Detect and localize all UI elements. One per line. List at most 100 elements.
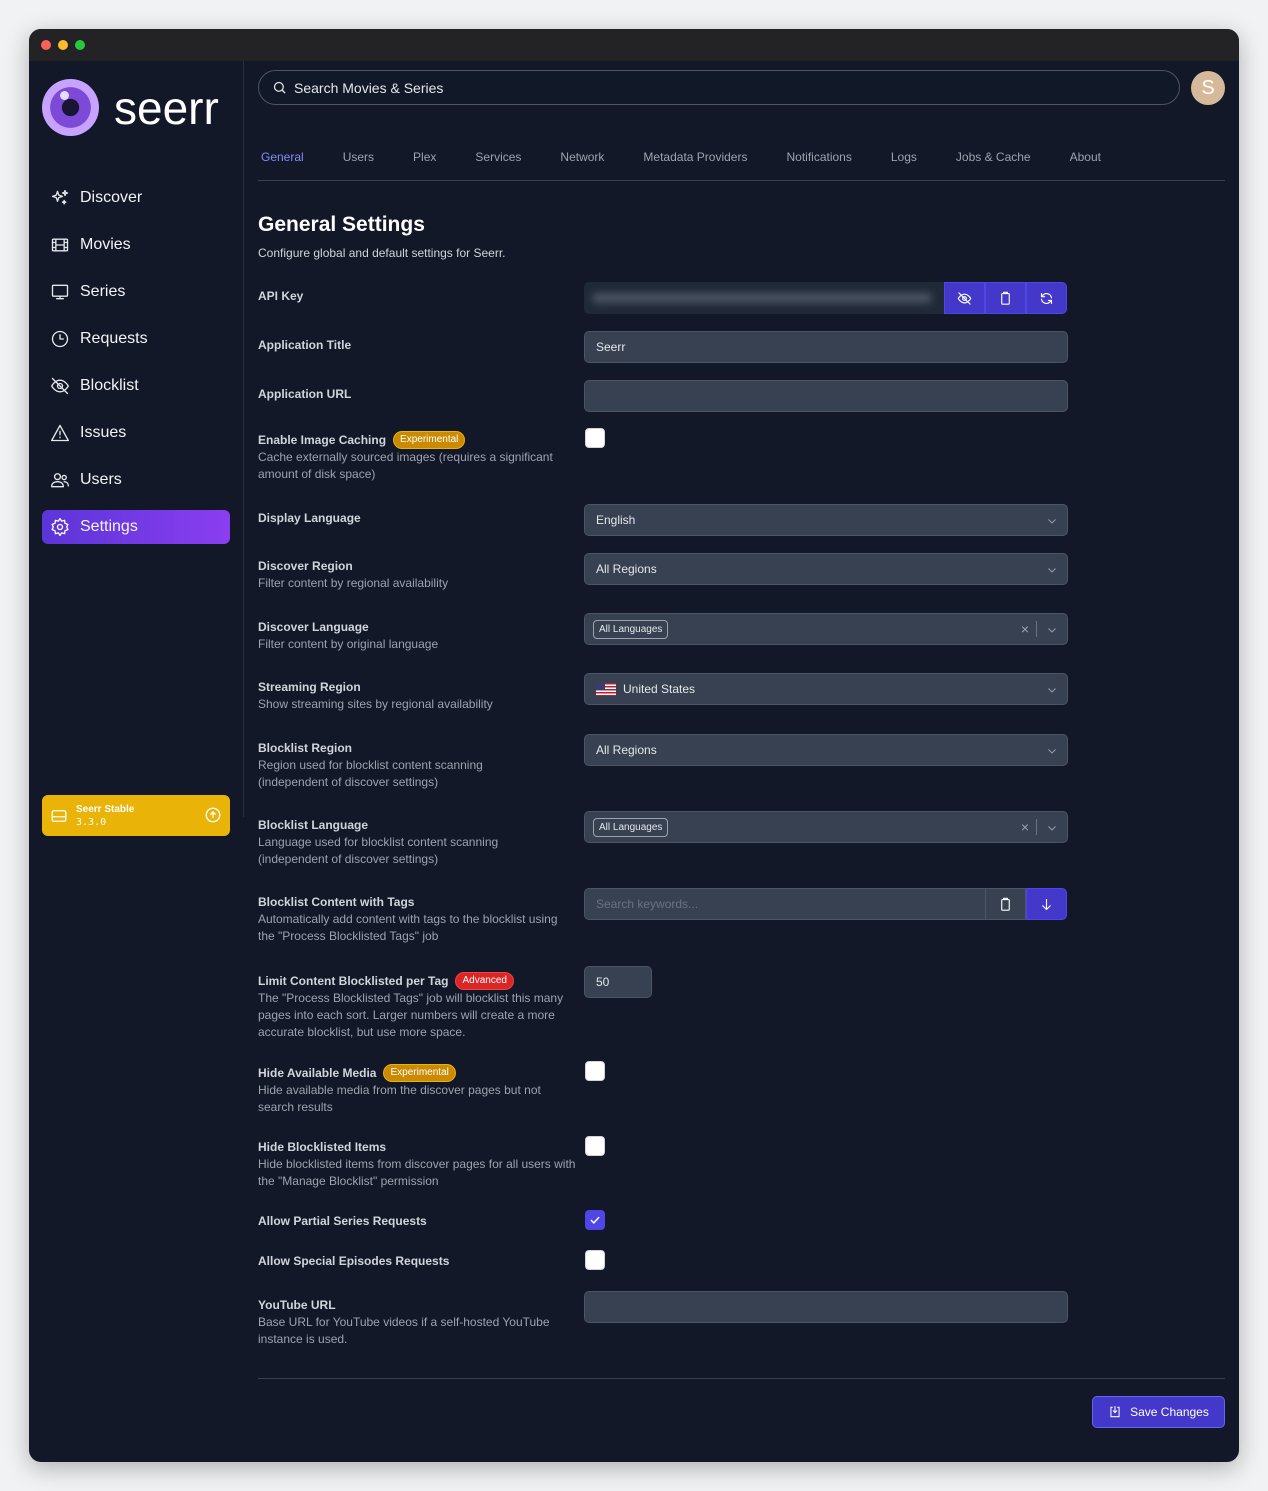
app-url-row-label: Application URL [258, 386, 578, 403]
app-url-input[interactable] [584, 380, 1068, 412]
blocklist-region-select[interactable]: All Regions [584, 734, 1068, 766]
maximize-window-button[interactable] [75, 40, 85, 50]
paste-keywords-button[interactable] [985, 888, 1026, 920]
tab-logs[interactable]: Logs [888, 143, 920, 180]
tab-network[interactable]: Network [557, 143, 607, 180]
image-caching-checkbox[interactable] [585, 428, 605, 448]
api-key-blurred-value [592, 293, 932, 303]
youtube-url-input[interactable] [584, 1291, 1068, 1323]
sidebar-item-discover[interactable]: Discover [42, 181, 230, 215]
version-badge[interactable]: Seerr Stable 3.3.0 [42, 795, 230, 836]
sidebar-item-label: Movies [80, 236, 131, 253]
save-icon [1110, 1406, 1120, 1418]
minimize-window-button[interactable] [58, 40, 68, 50]
hide-blocklisted-checkbox[interactable] [585, 1136, 605, 1156]
discover-region-select[interactable]: All Regions [584, 553, 1068, 585]
sidebar-item-users[interactable]: Users [42, 463, 230, 497]
footer-divider [258, 1378, 1225, 1379]
eye-slash-icon [51, 377, 70, 395]
avatar[interactable]: S [1191, 71, 1225, 105]
blocklist-region-value: All Regions [596, 743, 657, 757]
display-language-select[interactable]: English [584, 504, 1068, 536]
app-title-value: Seerr [596, 340, 626, 354]
chevron-down-icon [1048, 519, 1056, 524]
arrow-up-circle-icon [205, 807, 221, 823]
discover-language-select[interactable]: All Languages × [584, 613, 1068, 645]
clipboard-icon [1001, 897, 1010, 911]
sidebar-item-label: Settings [80, 518, 138, 535]
api-key-label: API Key [258, 289, 304, 303]
keyword-search-input[interactable]: Search keywords... [584, 888, 986, 920]
sidebar-item-settings[interactable]: Settings [42, 510, 230, 544]
blocklist-language-select[interactable]: All Languages × [584, 811, 1068, 843]
select-separator [1036, 819, 1037, 835]
chevron-down-icon [1048, 749, 1056, 754]
tab-users[interactable]: Users [340, 143, 377, 180]
discover-region-label: Discover Region [258, 559, 353, 573]
regenerate-api-key-button[interactable] [1026, 282, 1067, 314]
logo[interactable]: seerr [42, 79, 219, 136]
discover-language-desc: Filter content by original language [258, 637, 439, 651]
partial-series-label: Allow Partial Series Requests [258, 1214, 427, 1228]
search-input[interactable]: Search Movies & Series [258, 70, 1180, 105]
close-window-button[interactable] [41, 40, 51, 50]
keyword-search-placeholder: Search keywords... [596, 897, 699, 911]
film-icon [51, 238, 69, 252]
api-key-actions [944, 282, 1067, 314]
language-chip[interactable]: All Languages [593, 817, 669, 837]
chevron-down-icon [1048, 688, 1056, 693]
limit-per-tag-input[interactable]: 50 [584, 966, 652, 998]
experimental-badge: Experimental [383, 1064, 456, 1082]
tab-services[interactable]: Services [472, 143, 524, 180]
sidebar-item-series[interactable]: Series [42, 275, 230, 309]
sidebar-item-issues[interactable]: Issues [42, 416, 230, 450]
copy-api-key-button[interactable] [985, 282, 1026, 314]
discover-region-value: All Regions [596, 562, 657, 576]
tab-about[interactable]: About [1067, 143, 1104, 180]
blocklist-language-desc: Language used for blocklist content scan… [258, 835, 499, 866]
api-key-field[interactable] [584, 282, 945, 314]
sidebar-item-label: Issues [80, 424, 127, 441]
chevron-down-icon[interactable] [1046, 822, 1058, 834]
tab-metadata-providers[interactable]: Metadata Providers [640, 143, 750, 180]
select-separator [1036, 621, 1037, 637]
toggle-visibility-button[interactable] [944, 282, 985, 314]
tab-plex[interactable]: Plex [410, 143, 439, 180]
clear-icon[interactable]: × [1021, 819, 1029, 835]
hide-available-row-label: Hide Available Media Experimental Hide av… [258, 1064, 578, 1116]
chevron-down-icon[interactable] [1046, 624, 1058, 636]
keyword-actions [985, 888, 1067, 920]
streaming-region-select[interactable]: United States [584, 673, 1068, 705]
sidebar-item-movies[interactable]: Movies [42, 228, 230, 262]
app-title-input[interactable]: Seerr [584, 331, 1068, 363]
tab-notifications[interactable]: Notifications [783, 143, 854, 180]
blocklist-language-row-label: Blocklist Language Language used for blo… [258, 817, 578, 868]
save-button-label: Save Changes [1130, 1405, 1209, 1419]
import-keywords-button[interactable] [1026, 888, 1067, 920]
sidebar-item-requests[interactable]: Requests [42, 322, 230, 356]
users-icon [51, 473, 70, 488]
language-chip[interactable]: All Languages [593, 619, 669, 639]
tab-jobs-cache[interactable]: Jobs & Cache [953, 143, 1034, 180]
save-button[interactable]: Save Changes [1092, 1396, 1225, 1428]
clear-icon[interactable]: × [1021, 621, 1029, 637]
advanced-badge: Advanced [455, 972, 514, 990]
eye-slash-icon [957, 291, 972, 305]
special-episodes-checkbox[interactable] [585, 1250, 605, 1270]
special-episodes-row-label: Allow Special Episodes Requests [258, 1253, 578, 1270]
partial-series-checkbox[interactable] [585, 1210, 605, 1230]
api-key-row-label: API Key [258, 288, 578, 305]
tab-general[interactable]: General [258, 143, 307, 180]
streaming-region-row-label: Streaming Region Show streaming sites by… [258, 679, 578, 713]
hide-available-checkbox[interactable] [585, 1061, 605, 1081]
search-icon [273, 81, 286, 94]
hide-available-desc: Hide available media from the discover p… [258, 1083, 541, 1114]
app-window: seerr Discover Movies Series Requests Bl… [29, 29, 1239, 1462]
image-caching-desc: Cache externally sourced images (require… [258, 450, 553, 481]
sidebar-item-blocklist[interactable]: Blocklist [42, 369, 230, 403]
page-title: General Settings [258, 213, 425, 236]
display-language-value: English [596, 513, 636, 527]
us-flag-icon [596, 682, 616, 696]
discover-region-desc: Filter content by regional availability [258, 576, 449, 590]
youtube-url-desc: Base URL for YouTube videos if a self-ho… [258, 1315, 550, 1346]
